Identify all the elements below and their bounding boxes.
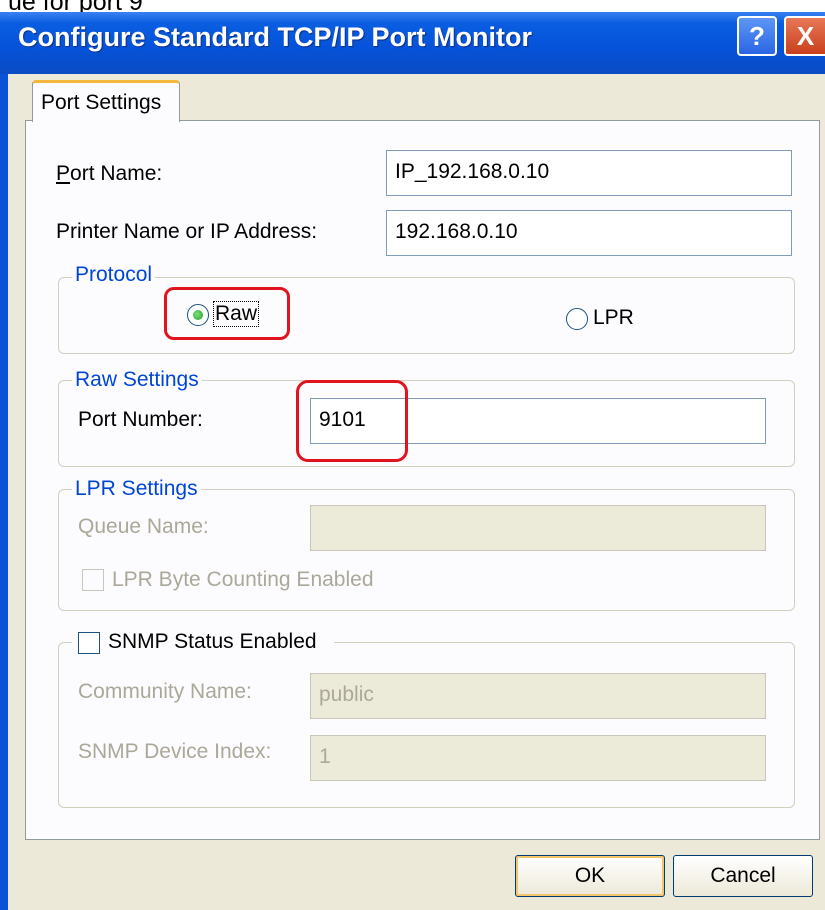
close-icon: X: [796, 20, 815, 51]
queue-name-input[interactable]: [310, 505, 766, 551]
lpr-byte-counting-label[interactable]: LPR Byte Counting Enabled: [112, 568, 374, 592]
snmp-status-label[interactable]: SNMP Status Enabled: [108, 630, 317, 654]
snmp-device-index-input[interactable]: 1: [310, 735, 766, 781]
raw-radio[interactable]: [187, 304, 209, 326]
help-button[interactable]: ?: [737, 16, 777, 56]
help-icon: ?: [749, 20, 765, 51]
port-number-label: Port Number:: [78, 408, 203, 431]
queue-name-label: Queue Name:: [78, 515, 209, 538]
printer-address-input[interactable]: 192.168.0.10: [386, 210, 792, 256]
community-name-input[interactable]: public: [310, 673, 766, 719]
lpr-settings-title: LPR Settings: [72, 477, 201, 501]
snmp-group: [58, 642, 795, 808]
window-frame: [0, 74, 8, 910]
radio-selected-dot: [193, 310, 203, 320]
port-name-label: Port Name:: [56, 162, 163, 185]
ok-button-label: OK: [574, 864, 606, 887]
snmp-status-checkbox[interactable]: [78, 632, 100, 654]
snmp-device-index-label: SNMP Device Index:: [78, 740, 272, 763]
community-name-label: Community Name:: [78, 680, 252, 703]
port-name-input[interactable]: IP_192.168.0.10: [386, 150, 792, 196]
protocol-group-title: Protocol: [72, 263, 156, 287]
raw-radio-label[interactable]: Raw: [212, 301, 260, 327]
lpr-radio-label[interactable]: LPR: [593, 306, 634, 330]
lpr-byte-counting-checkbox[interactable]: [82, 569, 104, 591]
printer-address-label: Printer Name or IP Address:: [56, 220, 318, 243]
tab-port-settings[interactable]: Port Settings: [32, 80, 180, 122]
ok-button[interactable]: OK: [515, 855, 665, 897]
cancel-button[interactable]: Cancel: [673, 855, 813, 897]
lpr-radio[interactable]: [566, 308, 588, 330]
tab-label: Port Settings: [41, 91, 162, 114]
close-button[interactable]: X: [784, 16, 825, 56]
raw-settings-title: Raw Settings: [72, 368, 202, 392]
cancel-button-label: Cancel: [710, 864, 776, 887]
window-title: Configure Standard TCP/IP Port Monitor: [18, 22, 533, 52]
annotation-port-highlight: [296, 380, 408, 462]
